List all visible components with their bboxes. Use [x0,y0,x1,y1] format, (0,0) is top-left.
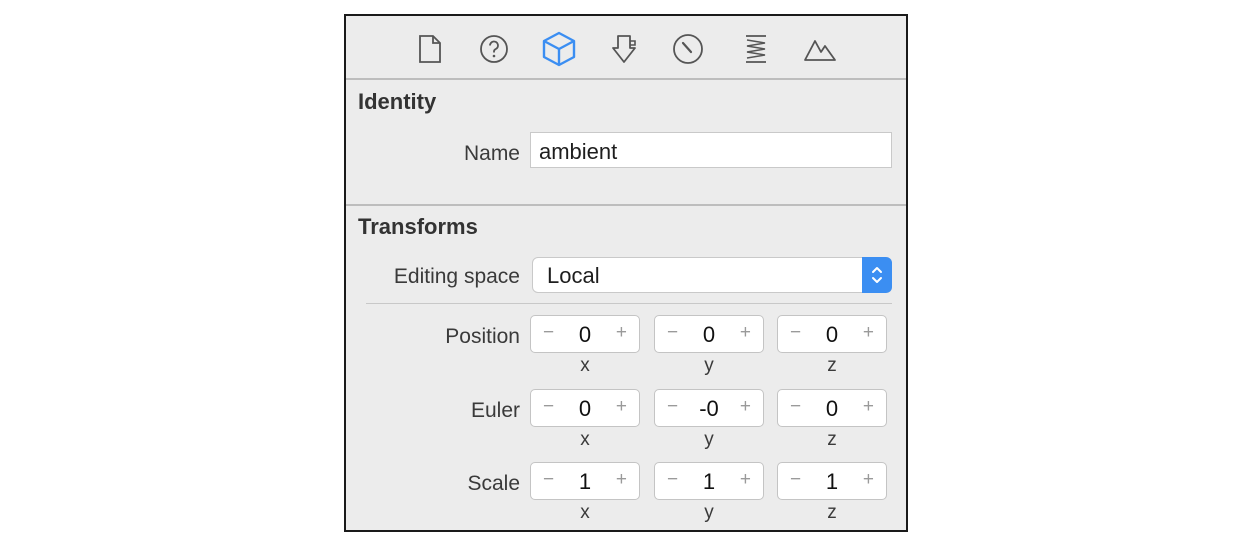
scale-x-stepper[interactable]: − 1 + [530,462,640,500]
increment-button[interactable]: + [863,469,874,491]
increment-button[interactable]: + [616,322,627,344]
identity-section-title: Identity [358,89,437,114]
axis-label-y: y [704,429,714,450]
euler-x-stepper[interactable]: − 0 + [530,389,640,427]
inspector-toolbar [346,16,906,80]
name-input[interactable] [530,132,892,168]
axis-label-z: z [827,355,837,376]
increment-button[interactable]: + [740,396,751,418]
inspector-panel: Identity Name Transforms Editing space L… [344,14,908,532]
section-divider [346,204,906,206]
physics-icon[interactable] [668,30,708,68]
material-icon[interactable] [736,30,776,68]
scene-icon[interactable] [800,30,840,68]
name-label: Name [463,142,520,165]
position-z-stepper[interactable]: − 0 + [777,315,887,353]
transforms-separator [366,303,892,304]
editing-space-select[interactable]: Local [532,257,892,293]
axis-label-x: x [580,355,590,376]
increment-button[interactable]: + [863,322,874,344]
position-y-stepper[interactable]: − 0 + [654,315,764,353]
scale-z-stepper[interactable]: − 1 + [777,462,887,500]
scale-label: Scale [467,472,520,495]
file-icon[interactable] [410,30,450,68]
euler-z-stepper[interactable]: − 0 + [777,389,887,427]
euler-label: Euler [470,399,520,422]
increment-button[interactable]: + [863,396,874,418]
axis-label-y: y [704,502,714,523]
increment-button[interactable]: + [616,469,627,491]
transforms-section-title: Transforms [358,214,478,239]
toolbar-divider [346,78,906,80]
axis-label-y: y [704,355,714,376]
axis-label-x: x [580,502,590,523]
position-label: Position [445,325,520,348]
euler-y-stepper[interactable]: − -0 + [654,389,764,427]
position-x-stepper[interactable]: − 0 + [530,315,640,353]
chevron-up-down-icon[interactable] [862,257,892,293]
axis-label-x: x [580,429,590,450]
editing-space-label: Editing space [393,265,520,288]
editing-space-value: Local [547,263,600,288]
help-icon[interactable] [474,30,514,68]
increment-button[interactable]: + [740,322,751,344]
axis-label-z: z [827,502,837,523]
axis-label-z: z [827,429,837,450]
increment-button[interactable]: + [616,396,627,418]
attributes-icon[interactable] [604,30,644,68]
scale-y-stepper[interactable]: − 1 + [654,462,764,500]
increment-button[interactable]: + [740,469,751,491]
node-cube-icon[interactable] [539,30,579,68]
